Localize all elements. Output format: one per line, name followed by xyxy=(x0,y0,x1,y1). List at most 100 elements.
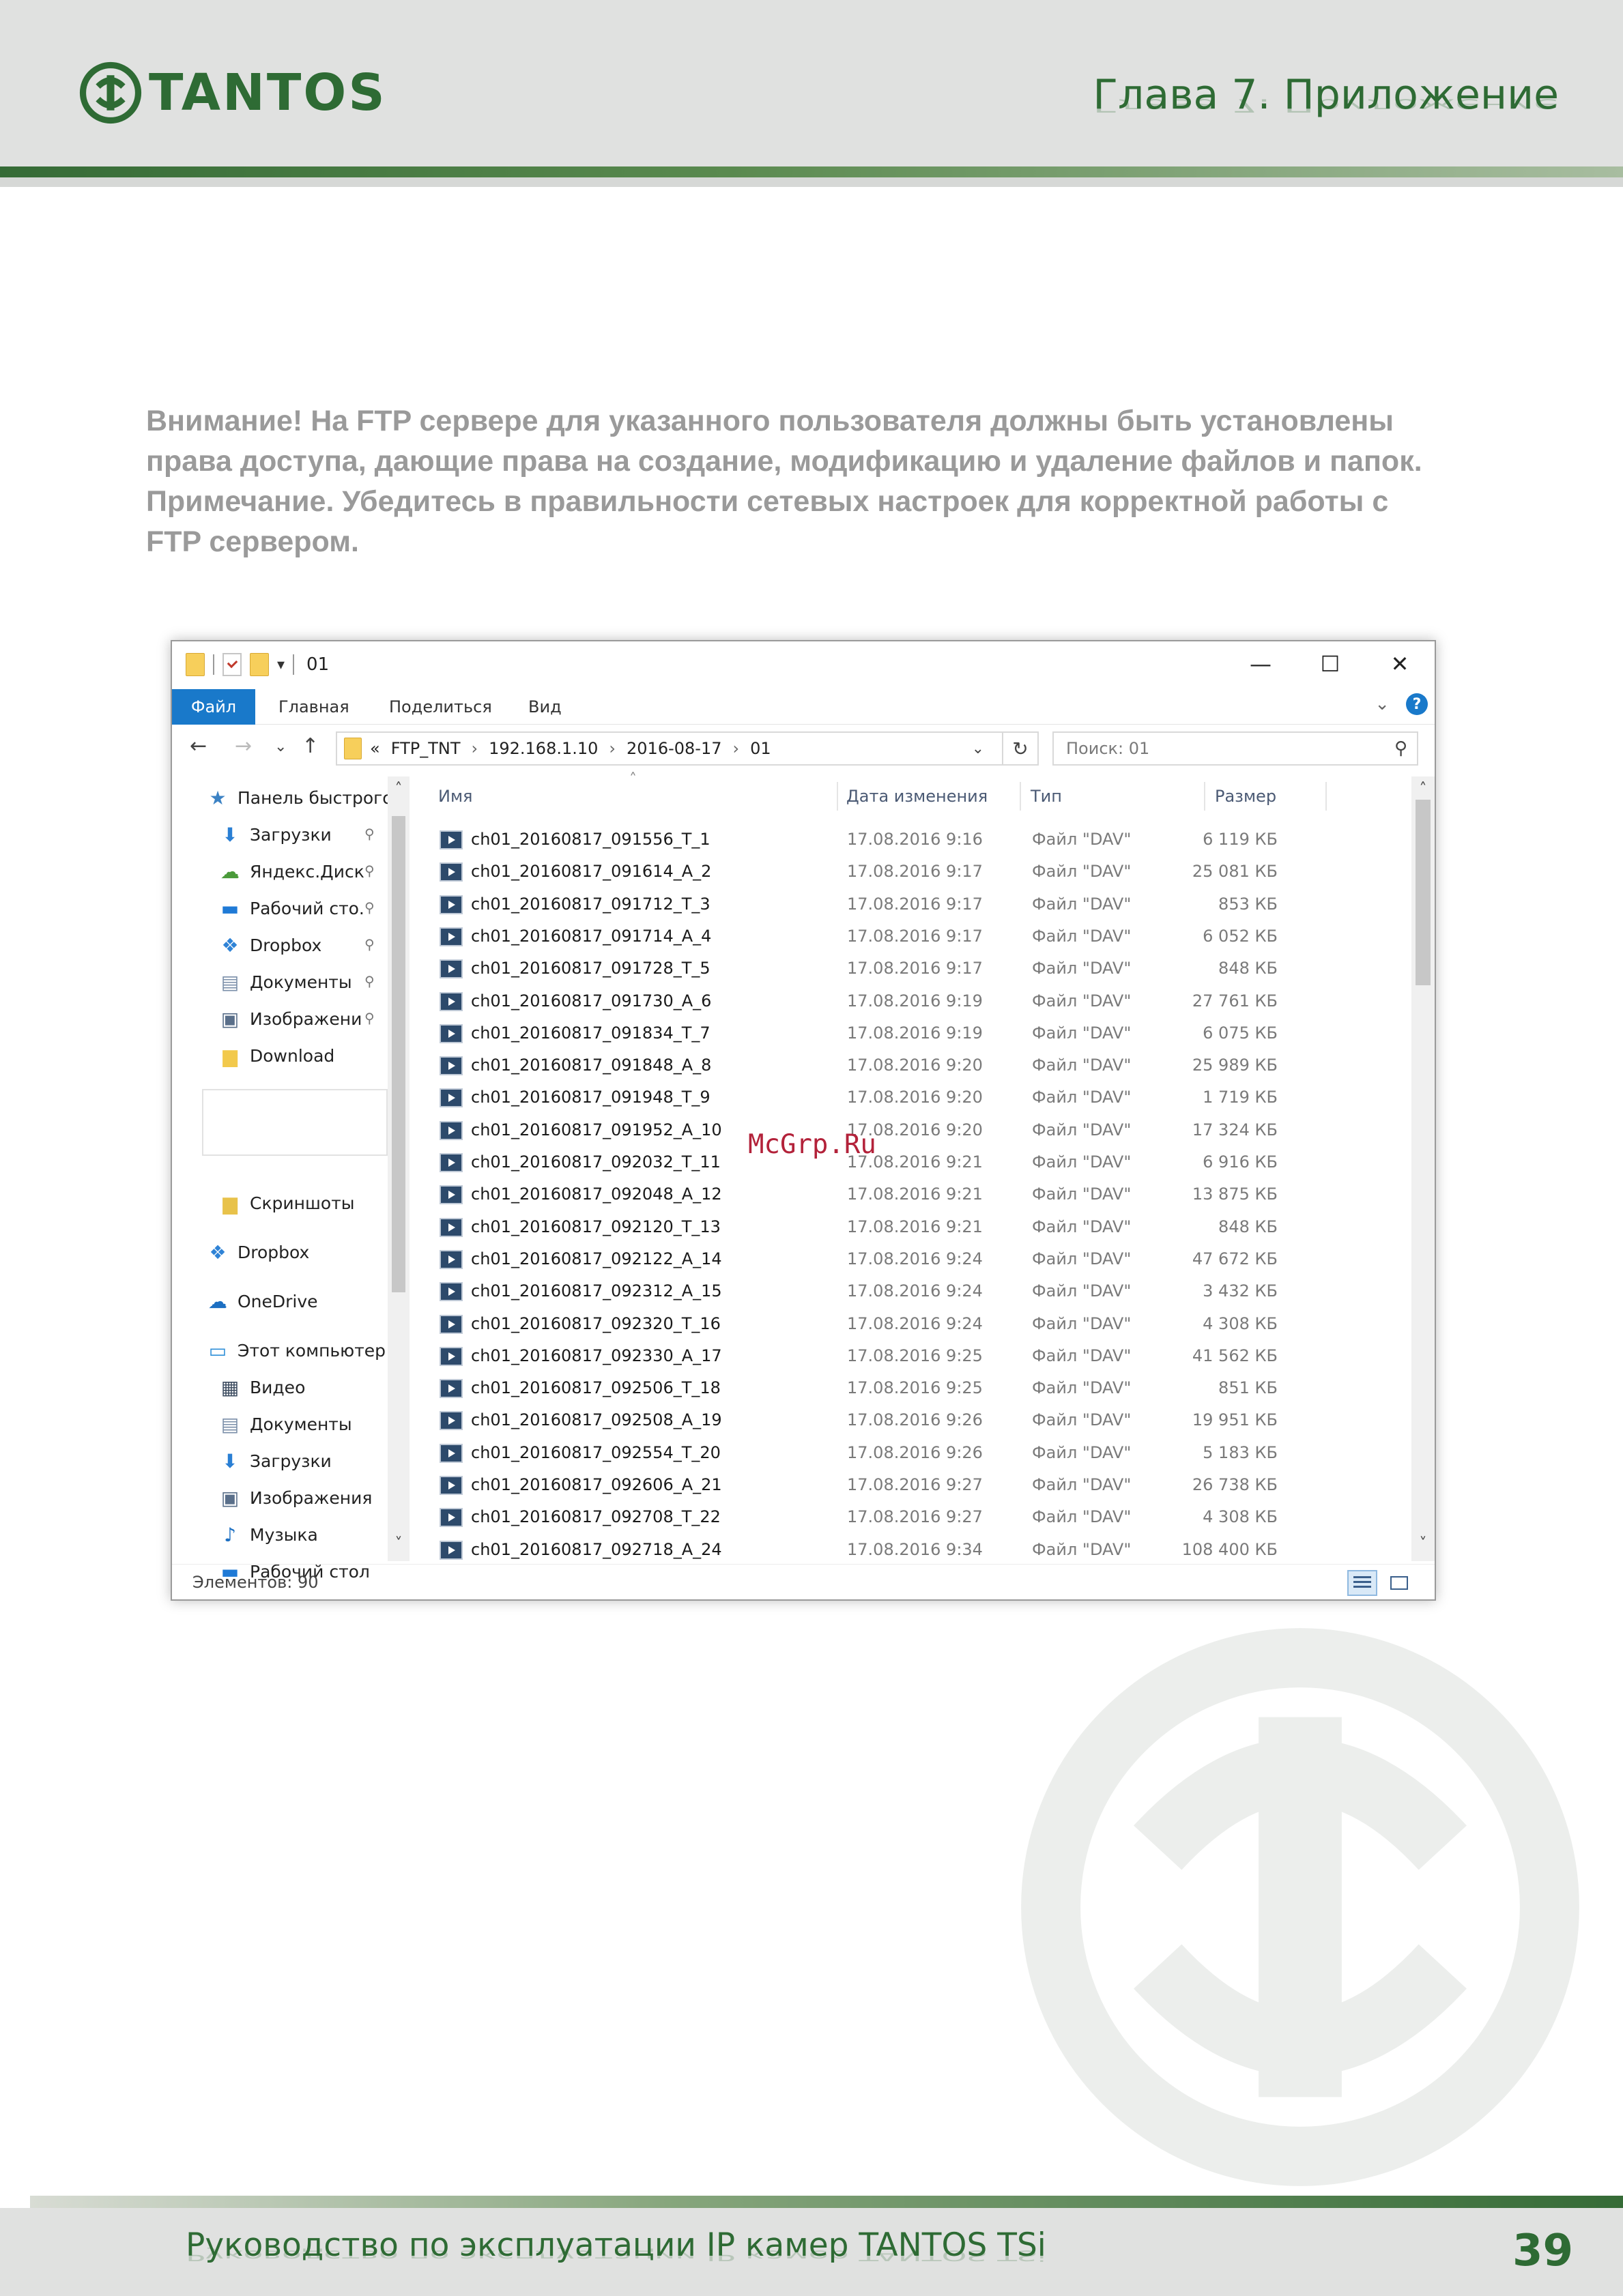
nav-item[interactable]: ★ Панель быстрого xyxy=(206,779,392,816)
column-separator[interactable] xyxy=(1020,782,1021,811)
breadcrumb-segment[interactable]: 2016-08-17 xyxy=(627,739,721,758)
nav-item[interactable]: ▆ Download xyxy=(218,1037,334,1074)
forward-arrow-icon[interactable]: → xyxy=(235,734,252,758)
breadcrumb-chevron-icon[interactable]: › xyxy=(471,739,478,758)
nav-item[interactable]: ▤ Документы xyxy=(218,1406,352,1442)
pin-icon[interactable]: ⚲ xyxy=(364,936,375,953)
tab-home[interactable]: Главная xyxy=(278,689,349,725)
nav-item[interactable]: ❖ Dropbox xyxy=(206,1234,309,1270)
nav-item[interactable]: ▭ Этот компьютер xyxy=(206,1332,386,1369)
tab-share[interactable]: Поделиться xyxy=(389,689,492,725)
file-row[interactable]: ch01_20160817_091714_A_4 17.08.2016 9:17 Ф… xyxy=(425,921,1414,953)
breadcrumb-segment[interactable]: FTP_TNT xyxy=(391,739,461,758)
address-overflow[interactable]: « xyxy=(370,739,380,758)
nav-item[interactable]: ▣ Изображени xyxy=(218,1000,362,1037)
scroll-down-icon[interactable]: ˅ xyxy=(388,1535,410,1552)
nav-scroll-thumb[interactable] xyxy=(392,816,405,1292)
scroll-up-icon[interactable]: ˄ xyxy=(1411,781,1435,798)
column-separator[interactable] xyxy=(1325,782,1327,811)
customize-dropdown-icon[interactable]: ▾ xyxy=(277,656,285,673)
file-row[interactable]: ch01_20160817_091614_A_2 17.08.2016 9:17 Ф… xyxy=(425,856,1414,888)
file-row[interactable]: ch01_20160817_091848_A_8 17.08.2016 9:20 Ф… xyxy=(425,1050,1414,1082)
properties-icon[interactable] xyxy=(222,653,242,676)
pin-icon[interactable]: ⚲ xyxy=(364,862,375,879)
tab-file[interactable]: Файл xyxy=(172,689,255,725)
video-file-icon xyxy=(440,1508,463,1528)
nav-item[interactable]: ♪ Музыка xyxy=(218,1516,318,1553)
breadcrumb-chevron-icon[interactable]: › xyxy=(733,739,740,758)
file-row[interactable]: ch01_20160817_092508_A_19 17.08.2016 9:26… xyxy=(425,1405,1414,1437)
scroll-up-icon[interactable]: ˄ xyxy=(388,781,410,798)
refresh-icon[interactable]: ↻ xyxy=(1003,731,1039,766)
file-date: 17.08.2016 9:25 xyxy=(847,1346,983,1365)
address-dropdown-icon[interactable]: ⌄ xyxy=(972,740,984,757)
pin-icon[interactable]: ⚲ xyxy=(364,899,375,916)
file-scrollbar[interactable]: ˄ ˅ xyxy=(1411,776,1435,1561)
file-row[interactable]: ch01_20160817_092032_T_11 17.08.2016 9:21… xyxy=(425,1147,1414,1179)
column-type[interactable]: Тип xyxy=(1031,776,1062,816)
nav-item[interactable]: ▆ Скриншоты xyxy=(218,1185,354,1221)
nav-scrollbar[interactable]: ˄ ˅ xyxy=(388,776,410,1561)
column-name[interactable]: Имя xyxy=(438,776,473,816)
nav-item[interactable]: ▤ Документы xyxy=(218,963,352,1000)
back-arrow-icon[interactable]: ← xyxy=(190,734,207,758)
recent-locations-chevron-icon[interactable]: ⌄ xyxy=(274,738,287,755)
file-row[interactable]: ch01_20160817_092120_T_13 17.08.2016 9:21… xyxy=(425,1212,1414,1244)
details-view-button[interactable] xyxy=(1347,1570,1377,1596)
pin-icon[interactable]: ⚲ xyxy=(364,826,375,842)
search-input[interactable]: Поиск: 01 ⚲ xyxy=(1052,731,1418,766)
nav-item-label: Рабочий сто. xyxy=(250,898,364,918)
close-button[interactable]: ✕ xyxy=(1365,641,1435,686)
minimize-button[interactable]: — xyxy=(1226,641,1295,686)
expand-ribbon-chevron-icon[interactable]: ⌄ xyxy=(1375,694,1390,714)
file-row[interactable]: ch01_20160817_092122_A_14 17.08.2016 9:24… xyxy=(425,1244,1414,1276)
nav-item[interactable]: ⬇ Загрузки xyxy=(218,1442,332,1479)
file-row[interactable]: ch01_20160817_091556_T_1 17.08.2016 9:16 Ф… xyxy=(425,824,1414,856)
tiles-view-button[interactable] xyxy=(1384,1570,1414,1596)
breadcrumb-segment[interactable]: 192.168.1.10 xyxy=(489,739,598,758)
nav-item[interactable]: ▦ Видео xyxy=(218,1369,306,1406)
file-row[interactable]: ch01_20160817_092708_T_22 17.08.2016 9:27… xyxy=(425,1502,1414,1534)
column-separator[interactable] xyxy=(837,782,838,811)
nav-item-label: Этот компьютер xyxy=(238,1340,386,1361)
file-row[interactable]: ch01_20160817_091834_T_7 17.08.2016 9:19 Ф… xyxy=(425,1018,1414,1050)
nav-item[interactable]: ▣ Изображения xyxy=(218,1479,373,1516)
file-scroll-thumb[interactable] xyxy=(1416,800,1431,985)
file-type: Файл "DAV" xyxy=(1032,1185,1132,1204)
pin-icon[interactable]: ⚲ xyxy=(364,1010,375,1026)
nav-item[interactable]: ▬ Рабочий сто. xyxy=(218,890,364,927)
file-row[interactable]: ch01_20160817_092606_A_21 17.08.2016 9:27… xyxy=(425,1470,1414,1502)
file-row[interactable]: ch01_20160817_092330_A_17 17.08.2016 9:25… xyxy=(425,1341,1414,1373)
file-row[interactable]: ch01_20160817_092554_T_20 17.08.2016 9:26… xyxy=(425,1438,1414,1470)
file-row[interactable]: ch01_20160817_092320_T_16 17.08.2016 9:24… xyxy=(425,1309,1414,1341)
column-separator[interactable] xyxy=(1204,782,1205,811)
file-row[interactable]: ch01_20160817_091952_A_10 17.08.2016 9:20… xyxy=(425,1115,1414,1147)
nav-item[interactable]: ☁ Яндекс.Диск xyxy=(218,853,364,890)
file-row[interactable]: ch01_20160817_091712_T_3 17.08.2016 9:17 Ф… xyxy=(425,889,1414,921)
nav-item[interactable]: ☁ OneDrive xyxy=(206,1283,318,1320)
nav-item[interactable]: ⬇ Загрузки xyxy=(218,816,332,853)
file-row[interactable]: ch01_20160817_091730_A_6 17.08.2016 9:19 Ф… xyxy=(425,986,1414,1018)
breadcrumb-chevron-icon[interactable]: › xyxy=(609,739,616,758)
column-date[interactable]: Дата изменения xyxy=(846,776,988,816)
new-folder-icon[interactable] xyxy=(250,653,269,676)
file-row[interactable]: ch01_20160817_091728_T_5 17.08.2016 9:17 Ф… xyxy=(425,953,1414,985)
column-size[interactable]: Размер xyxy=(1215,776,1276,816)
file-row[interactable]: ch01_20160817_092718_A_24 17.08.2016 9:34… xyxy=(425,1535,1414,1567)
breadcrumb-segment[interactable]: 01 xyxy=(750,739,771,758)
file-row[interactable]: ch01_20160817_091948_T_9 17.08.2016 9:20 Ф… xyxy=(425,1082,1414,1114)
tab-view[interactable]: Вид xyxy=(528,689,562,725)
file-row[interactable]: ch01_20160817_092048_A_12 17.08.2016 9:21… xyxy=(425,1179,1414,1211)
help-icon[interactable]: ? xyxy=(1406,693,1428,715)
nav-item-label: Яндекс.Диск xyxy=(250,861,364,882)
up-arrow-icon[interactable]: ↑ xyxy=(302,734,319,758)
scroll-down-icon[interactable]: ˅ xyxy=(1411,1535,1435,1552)
file-row[interactable]: ch01_20160817_092506_T_18 17.08.2016 9:25… xyxy=(425,1373,1414,1405)
file-row[interactable]: ch01_20160817_092312_A_15 17.08.2016 9:24… xyxy=(425,1276,1414,1308)
video-file-icon xyxy=(440,895,463,914)
address-bar[interactable]: « FTP_TNT › 192.168.1.10 › 2016-08-17 › … xyxy=(336,731,1003,766)
search-icon[interactable]: ⚲ xyxy=(1394,738,1407,759)
nav-item[interactable]: ❖ Dropbox xyxy=(218,927,321,963)
pin-icon[interactable]: ⚲ xyxy=(364,973,375,989)
maximize-button[interactable]: ☐ xyxy=(1295,641,1365,686)
